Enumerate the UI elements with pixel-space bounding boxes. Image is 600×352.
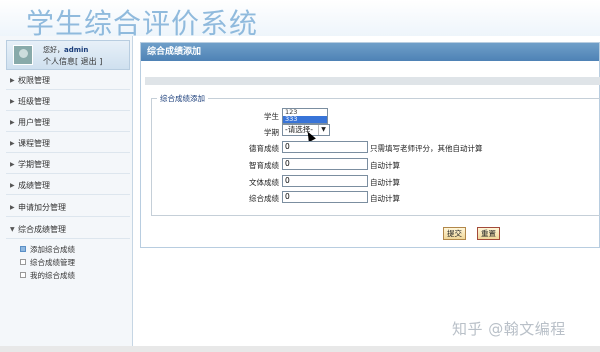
student-label: 学生 (264, 112, 279, 121)
user-links[interactable]: 个人信息[ 退出 ] (43, 56, 102, 67)
main-panel: 综合成绩添加 综合成绩添加 学生 123 333 学期 -请选择- ▼ 德育成绩… (140, 42, 600, 248)
caret-right-icon: ▶ (10, 161, 15, 168)
greeting: 您好，admin (43, 46, 89, 54)
caret-right-icon: ▶ (10, 140, 15, 147)
sidebar-item-bonus[interactable]: ▶ 申请加分管理 (6, 199, 130, 217)
field-label-moral: 德育成绩 (249, 144, 279, 153)
sidebar-item-classes[interactable]: ▶ 班级管理 (6, 93, 130, 111)
field-hint-moral: 只需填写老师评分，其他自动计算 (370, 144, 483, 153)
reset-button[interactable]: 重置 (477, 227, 500, 240)
sidebar-item-overall[interactable]: ▼ 综合成绩管理 (6, 221, 130, 239)
moral-score-input[interactable]: 0 (282, 141, 368, 153)
sports-score-input[interactable]: 0 (282, 175, 368, 187)
intellect-score-input[interactable]: 0 (282, 158, 368, 170)
subitem-manage-overall[interactable]: 综合成绩管理 (20, 257, 75, 268)
bottom-scrollbar[interactable] (0, 346, 600, 352)
chevron-down-icon: ▼ (318, 125, 328, 135)
subitem-my-overall[interactable]: 我的综合成绩 (20, 270, 75, 281)
field-hint-intellect: 自动计算 (370, 161, 400, 170)
caret-down-icon: ▼ (10, 226, 15, 233)
page-title: 综合成绩添加 (141, 43, 599, 61)
sidebar-item-terms[interactable]: ▶ 学期管理 (6, 156, 130, 174)
field-hint-overall: 自动计算 (370, 194, 400, 203)
caret-right-icon: ▶ (10, 204, 15, 211)
sidebar-item-grades[interactable]: ▶ 成绩管理 (6, 177, 130, 195)
subitem-add-overall[interactable]: 添加综合成绩 (20, 244, 75, 255)
field-hint-sports: 自动计算 (370, 178, 400, 187)
header-banner: 学生综合评价系统 (0, 0, 600, 40)
sidebar-item-users[interactable]: ▶ 用户管理 (6, 114, 130, 132)
term-label: 学期 (264, 128, 279, 137)
caret-right-icon: ▶ (10, 119, 15, 126)
submit-button[interactable]: 提交 (443, 227, 466, 240)
overall-score-input[interactable]: 0 (282, 191, 368, 203)
field-label-overall: 综合成绩 (249, 194, 279, 203)
caret-right-icon: ▶ (10, 182, 15, 189)
student-listbox[interactable]: 123 333 (282, 108, 328, 124)
square-icon (20, 246, 26, 252)
field-label-sports: 文体成绩 (249, 178, 279, 187)
student-option-selected[interactable]: 333 (283, 116, 327, 123)
user-name: admin (64, 46, 89, 54)
sidebar-item-permissions[interactable]: ▶ 权限管理 (6, 72, 130, 90)
sidebar: 您好，admin 个人信息[ 退出 ] ▶ 权限管理 ▶ 班级管理 ▶ 用户管理 ▶ 课… (0, 36, 133, 346)
form-legend: 综合成绩添加 (157, 93, 208, 104)
square-icon (20, 259, 26, 265)
caret-right-icon: ▶ (10, 98, 15, 105)
sidebar-item-courses[interactable]: ▶ 课程管理 (6, 135, 130, 153)
field-label-intellect: 智育成绩 (249, 161, 279, 170)
avatar (13, 45, 33, 65)
square-icon (20, 272, 26, 278)
watermark: 知乎 @翰文编程 (452, 320, 566, 338)
toolbar-strip (145, 77, 600, 85)
user-box: 您好，admin 个人信息[ 退出 ] (6, 40, 130, 70)
caret-right-icon: ▶ (10, 77, 15, 84)
